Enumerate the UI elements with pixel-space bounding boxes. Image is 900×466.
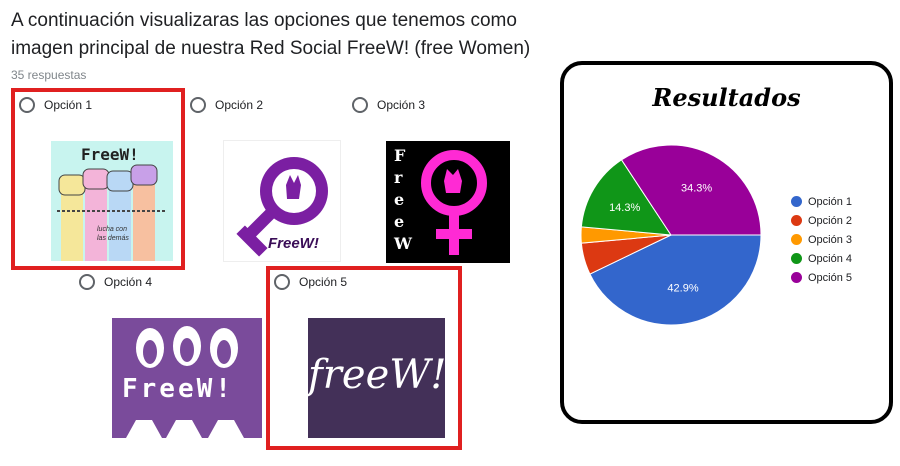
radio-option-3[interactable]	[352, 97, 368, 113]
option-1-image-caption: lucha con las demás	[97, 226, 129, 242]
legend-swatch	[791, 253, 802, 264]
pie-slice-label-5: 34.3%	[681, 182, 712, 194]
legend-swatch	[791, 272, 802, 283]
legend-item-option-2: Opción 2	[791, 211, 852, 230]
option-4[interactable]: Opción 4	[79, 274, 152, 290]
legend-swatch	[791, 215, 802, 226]
legend-label: Opción 2	[808, 214, 853, 227]
pie-slice-label-4: 14.3%	[609, 202, 640, 214]
option-2[interactable]: Opción 2	[190, 97, 263, 113]
option-1-label: Opción 1	[44, 98, 93, 112]
option-3-label: Opción 3	[377, 98, 426, 112]
option-5-label: Opción 5	[299, 275, 348, 289]
option-3-image-text: FreeW	[394, 146, 412, 253]
option-3[interactable]: Opción 3	[352, 97, 425, 113]
option-5[interactable]: Opción 5	[274, 274, 347, 290]
radio-option-1[interactable]	[19, 97, 35, 113]
legend-label: Opción 4	[808, 252, 853, 265]
legend-label: Opción 3	[808, 233, 853, 246]
response-count: 35 respuestas	[11, 68, 87, 82]
results-pie-chart: 42.9% 14.3% 34.3%	[580, 144, 762, 326]
chart-legend: Opción 1 Opción 2 Opción 3 Opción 4 Opci…	[791, 192, 852, 287]
option-4-image-text: FreeW!	[122, 374, 234, 404]
legend-swatch	[791, 234, 802, 245]
option-1-image: FreeW! lucha con las demás	[51, 141, 173, 261]
radio-option-4[interactable]	[79, 274, 95, 290]
option-1-image-text: FreeW!	[81, 145, 139, 164]
results-title: Resultados	[652, 83, 801, 112]
legend-item-option-4: Opción 4	[791, 249, 852, 268]
radio-option-2[interactable]	[190, 97, 206, 113]
legend-item-option-1: Opción 1	[791, 192, 852, 211]
results-panel: Resultados 42.9% 14.3% 34.3% Opción 1 Opci…	[560, 61, 893, 424]
pie-slice-label-1: 42.9%	[667, 283, 698, 295]
option-1[interactable]: Opción 1	[19, 97, 92, 113]
option-3-image: FreeW	[386, 141, 510, 263]
legend-label: Opción 1	[808, 195, 853, 208]
legend-label: Opción 5	[808, 271, 853, 284]
legend-item-option-5: Opción 5	[791, 268, 852, 287]
option-5-image: freeW!	[308, 318, 445, 438]
question-title: A continuación visualizaras las opciones…	[11, 10, 531, 59]
option-2-image-text: FreeW!	[268, 235, 319, 252]
legend-item-option-3: Opción 3	[791, 230, 852, 249]
option-4-label: Opción 4	[104, 275, 153, 289]
legend-swatch	[791, 196, 802, 207]
option-2-label: Opción 2	[215, 98, 264, 112]
option-4-image: FreeW!	[112, 318, 262, 438]
option-5-image-text: freeW!	[308, 352, 445, 398]
option-2-image: FreeW!	[223, 140, 341, 262]
radio-option-5[interactable]	[274, 274, 290, 290]
